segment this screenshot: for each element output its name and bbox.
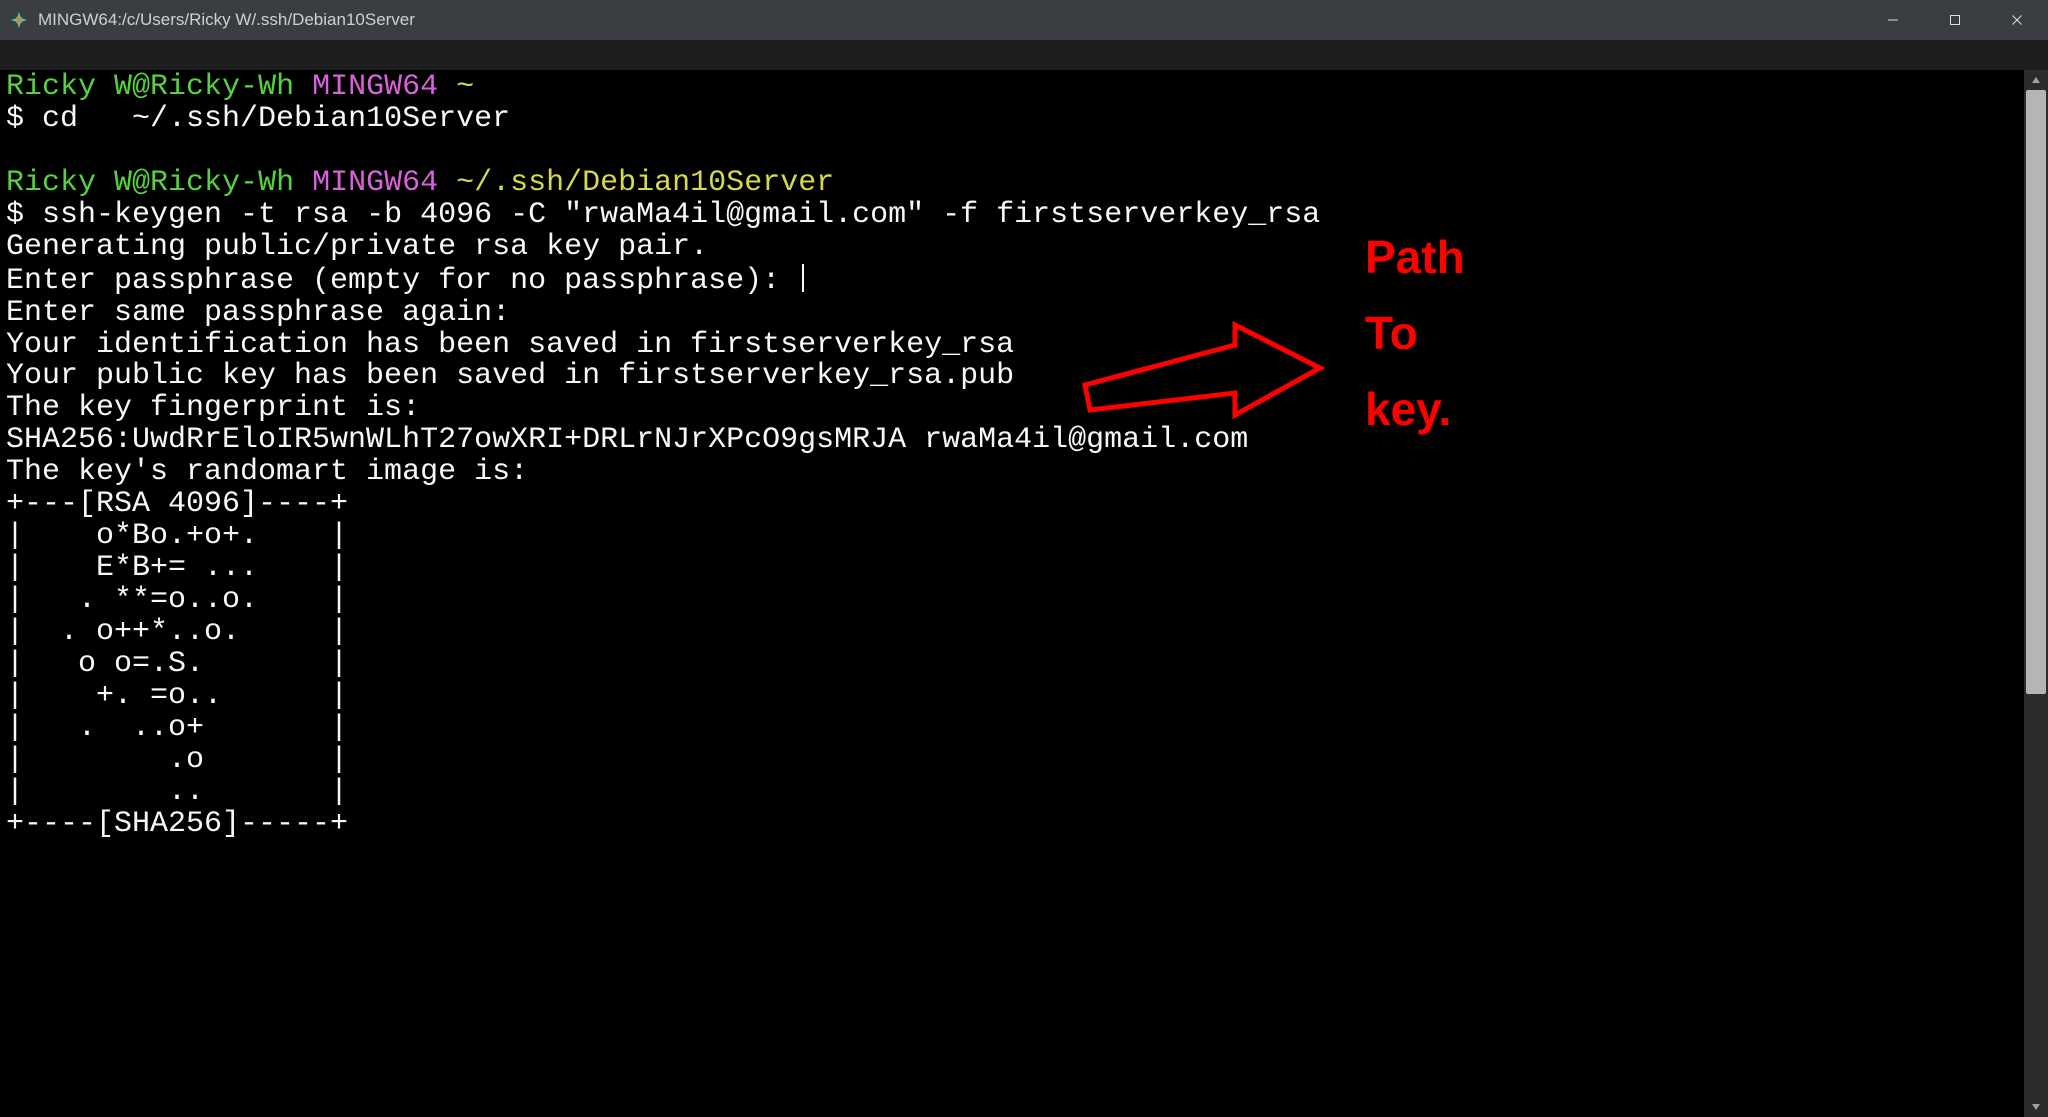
annotation-arrow-icon xyxy=(1065,315,1325,435)
vertical-scrollbar[interactable] xyxy=(2024,70,2048,1117)
scroll-up-arrow-icon[interactable] xyxy=(2024,70,2048,90)
randomart-line: | . o++*..o. | xyxy=(6,615,348,649)
prompt-env: MINGW64 xyxy=(312,70,438,104)
minimize-button[interactable] xyxy=(1862,0,1924,40)
terminal-viewport: Ricky W@Ricky-Wh MINGW64 ~ $ cd ~/.ssh/D… xyxy=(0,70,2048,1117)
scrollbar-thumb[interactable] xyxy=(2026,90,2046,694)
output-line: SHA256:UwdRrEloIR5wnWLhT27owXRI+DRLrNJrX… xyxy=(6,423,1248,457)
maximize-button[interactable] xyxy=(1924,0,1986,40)
prompt-path: ~ xyxy=(456,70,474,104)
randomart-line: | o o=.S. | xyxy=(6,647,348,681)
output-line: Your public key has been saved in firsts… xyxy=(6,359,1014,393)
randomart-line: | o*Bo.+o+. | xyxy=(6,519,348,553)
randomart-line: +----[SHA256]-----+ xyxy=(6,807,348,841)
cmd-sshkeygen: ssh-keygen -t rsa -b 4096 -C "rwaMa4il@g… xyxy=(42,198,1320,232)
titlebar: MINGW64:/c/Users/Ricky W/.ssh/Debian10Se… xyxy=(0,0,2048,40)
scroll-down-arrow-icon[interactable] xyxy=(2024,1097,2048,1117)
randomart-line: +---[RSA 4096]----+ xyxy=(6,487,348,521)
prompt-host: Ricky-Wh xyxy=(150,70,294,104)
window-controls xyxy=(1862,0,2048,40)
randomart-line: | . **=o..o. | xyxy=(6,583,348,617)
output-line: Generating public/private rsa key pair. xyxy=(6,230,708,264)
randomart-line: | .. | xyxy=(6,775,348,809)
output-line: Your identification has been saved in fi… xyxy=(6,328,1014,362)
prompt-host: Ricky-Wh xyxy=(150,166,294,200)
mingw-app-icon xyxy=(10,11,28,29)
close-button[interactable] xyxy=(1986,0,2048,40)
prompt-path: ~/.ssh/Debian10Server xyxy=(456,166,834,200)
output-line: Enter same passphrase again: xyxy=(6,296,510,330)
randomart-line: | .o | xyxy=(6,743,348,777)
scrollbar-track[interactable] xyxy=(2024,90,2048,1097)
terminal-content[interactable]: Ricky W@Ricky-Wh MINGW64 ~ $ cd ~/.ssh/D… xyxy=(0,70,2048,841)
prompt-env: MINGW64 xyxy=(312,166,438,200)
window-title: MINGW64:/c/Users/Ricky W/.ssh/Debian10Se… xyxy=(38,10,1862,30)
cmd-cd: cd ~/.ssh/Debian10Server xyxy=(42,102,510,136)
output-line: Enter passphrase (empty for no passphras… xyxy=(6,264,780,298)
text-cursor xyxy=(802,264,804,292)
randomart-line: | +. =o.. | xyxy=(6,679,348,713)
output-line: The key's randomart image is: xyxy=(6,455,528,489)
output-line: The key fingerprint is: xyxy=(6,391,420,425)
prompt-user: Ricky W xyxy=(6,70,132,104)
randomart-line: | E*B+= ... | xyxy=(6,551,348,585)
prompt-user: Ricky W xyxy=(6,166,132,200)
randomart-line: | . ..o+ | xyxy=(6,711,348,745)
